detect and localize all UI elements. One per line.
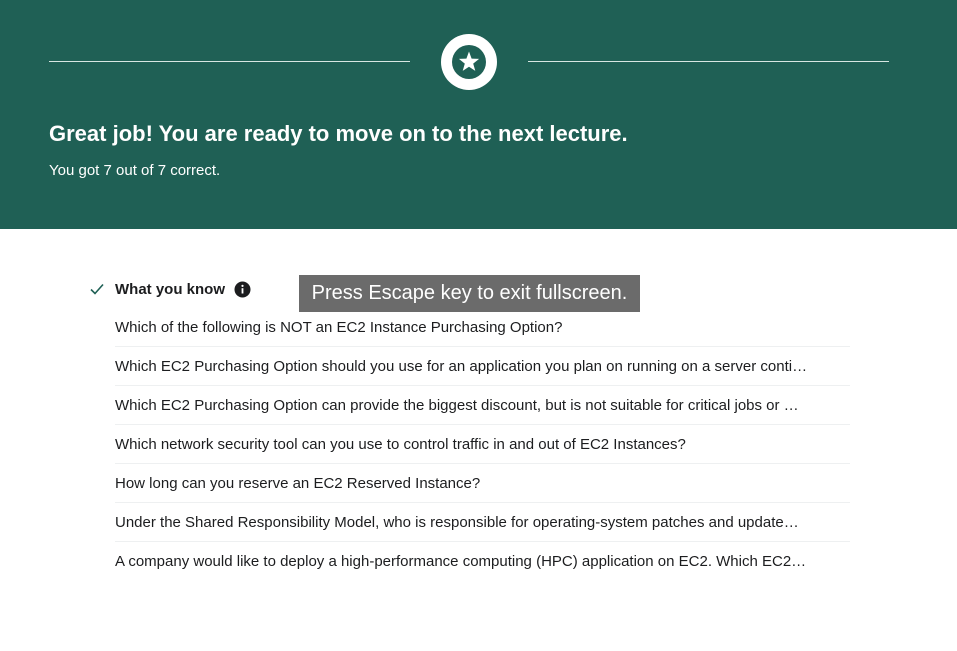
divider-right — [528, 61, 889, 62]
question-item[interactable]: Which of the following is NOT an EC2 Ins… — [115, 308, 850, 347]
check-icon — [90, 283, 104, 295]
section-title: What you know — [115, 280, 225, 298]
question-item[interactable]: How long can you reserve an EC2 Reserved… — [115, 464, 850, 503]
star-badge — [441, 34, 497, 90]
question-list: Which of the following is NOT an EC2 Ins… — [115, 308, 850, 581]
star-icon — [452, 45, 486, 79]
result-headline: Great job! You are ready to move on to t… — [49, 121, 628, 146]
question-item[interactable]: Under the Shared Responsibility Model, w… — [115, 503, 850, 542]
question-item[interactable]: Which network security tool can you use … — [115, 425, 850, 464]
score-text: You got 7 out of 7 correct. — [49, 162, 221, 179]
results-banner: Great job! You are ready to move on to t… — [0, 0, 957, 229]
question-item[interactable]: Which EC2 Purchasing Option should you u… — [115, 347, 850, 386]
question-item[interactable]: A company would like to deploy a high-pe… — [115, 542, 850, 581]
what-you-know-header: What you know — [88, 278, 251, 300]
info-icon[interactable] — [234, 281, 251, 298]
question-item[interactable]: Which EC2 Purchasing Option can provide … — [115, 386, 850, 425]
fullscreen-notice: Press Escape key to exit fullscreen. — [299, 275, 640, 312]
divider-left — [49, 61, 410, 62]
